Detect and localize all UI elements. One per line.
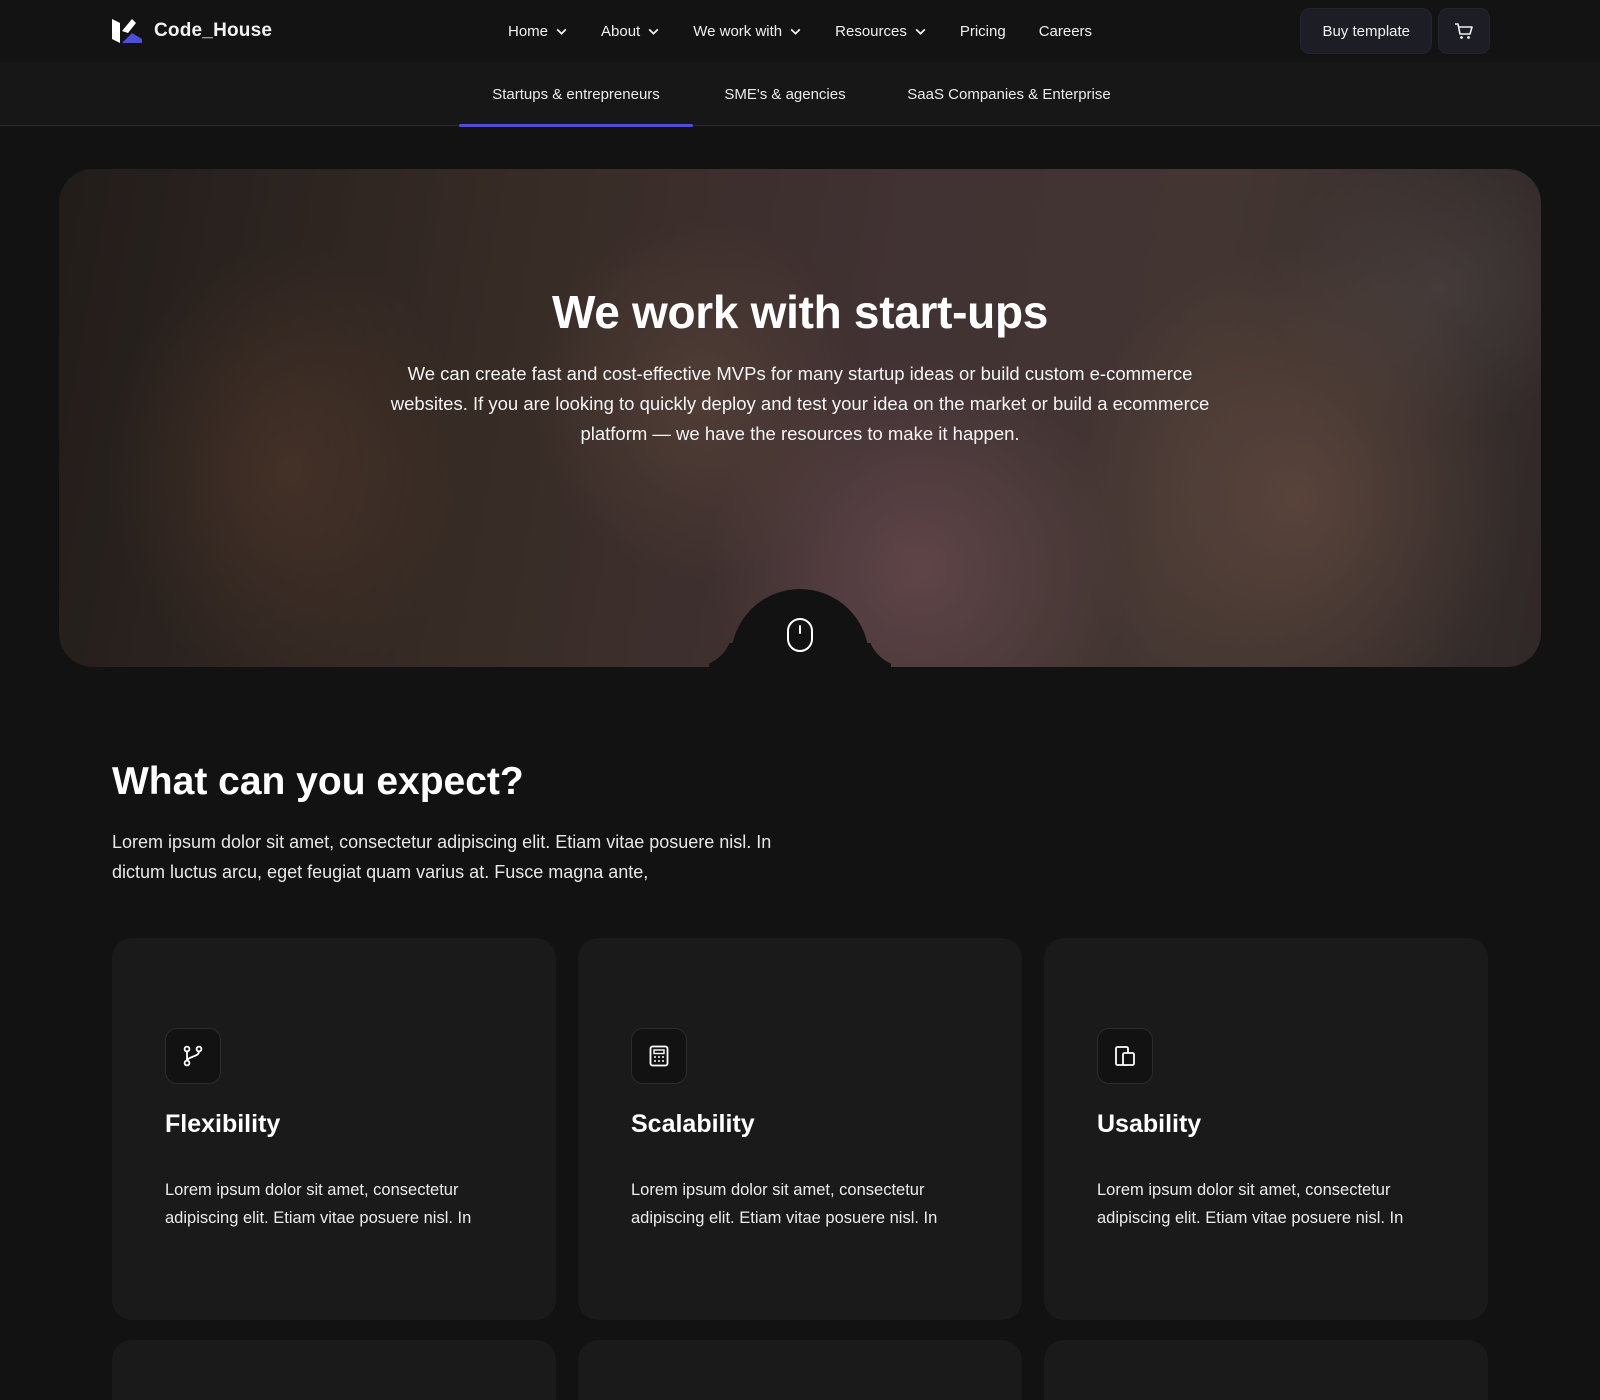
feature-icon-box <box>165 1028 221 1084</box>
nav-item-label: Home <box>508 22 549 40</box>
cart-icon <box>1455 23 1473 39</box>
nav-item-label: We work with <box>693 22 783 40</box>
chevron-down-icon <box>648 28 659 35</box>
scroll-down-button[interactable] <box>731 589 869 667</box>
tab-startups[interactable]: Startups & entrepreneurs <box>459 62 693 127</box>
feature-card-usability: Usability Lorem ipsum dolor sit amet, co… <box>1044 938 1488 1320</box>
feature-card-partial <box>1044 1340 1488 1400</box>
hero-description: We can create fast and cost-effective MV… <box>390 363 1210 444</box>
hero-title: We work with start-ups <box>551 286 1049 338</box>
brand-logo-link[interactable]: Code_House <box>110 17 272 45</box>
tab-label: Startups & entrepreneurs <box>492 85 660 103</box>
notch-edge <box>867 627 907 667</box>
feature-text: Lorem ipsum dolor sit amet, consectetur … <box>165 1181 472 1227</box>
brand-name: Code_House <box>154 20 273 41</box>
mouse-scroll-icon <box>787 618 813 652</box>
feature-icon-box <box>1097 1028 1153 1084</box>
top-navigation: Code_House Home About We work with Resou… <box>0 0 1600 62</box>
nav-item-label: Resources <box>835 22 907 40</box>
feature-card-scalability: Scalability Lorem ipsum dolor sit amet, … <box>578 938 1022 1320</box>
feature-title: Usability <box>1097 1110 1202 1138</box>
feature-title: Scalability <box>631 1110 755 1138</box>
git-branch-icon <box>183 1045 203 1067</box>
feature-card-partial <box>578 1340 1022 1400</box>
section-title: What can you expect? <box>112 760 524 803</box>
notch-edge <box>693 627 733 667</box>
tab-smes-agencies[interactable]: SME's & agencies <box>710 62 860 126</box>
brand-logo-icon <box>112 19 142 43</box>
devices-icon <box>1115 1046 1135 1066</box>
feature-title: Flexibility <box>165 1110 281 1138</box>
nav-item-resources[interactable]: Resources <box>835 23 927 40</box>
feature-text: Lorem ipsum dolor sit amet, consectetur … <box>631 1181 938 1227</box>
nav-item-careers[interactable]: Careers <box>1039 23 1092 40</box>
header-actions: Buy template <box>1300 8 1490 54</box>
chevron-down-icon <box>790 28 801 35</box>
chevron-down-icon <box>915 28 926 35</box>
cart-button[interactable] <box>1438 8 1490 54</box>
tab-label: SME's & agencies <box>724 85 846 103</box>
feature-icon-box <box>631 1028 687 1084</box>
buy-template-button[interactable]: Buy template <box>1300 8 1432 54</box>
feature-card-flexibility: Flexibility Lorem ipsum dolor sit amet, … <box>112 938 556 1320</box>
nav-item-about[interactable]: About <box>601 23 660 40</box>
nav-item-pricing[interactable]: Pricing <box>960 23 1006 40</box>
tab-saas-enterprise[interactable]: SaaS Companies & Enterprise <box>898 62 1120 126</box>
nav-item-label: About <box>601 22 641 40</box>
section-description: Lorem ipsum dolor sit amet, consectetur … <box>112 832 772 882</box>
hero-banner: We work with start-ups We can create fas… <box>59 169 1541 667</box>
nav-item-label: Pricing <box>959 22 1006 40</box>
nav-item-label: Careers <box>1038 22 1093 40</box>
chevron-down-icon <box>556 28 567 35</box>
main-menu: Home About We work with Resources Pricin… <box>508 0 1125 62</box>
nav-item-we-work-with[interactable]: We work with <box>693 23 802 40</box>
nav-item-home[interactable]: Home <box>508 23 568 40</box>
feature-card-partial <box>112 1340 556 1400</box>
feature-text: Lorem ipsum dolor sit amet, consectetur … <box>1097 1181 1404 1227</box>
tab-label: SaaS Companies & Enterprise <box>907 85 1111 103</box>
calculator-icon <box>649 1045 669 1067</box>
audience-tabs: Startups & entrepreneurs SME's & agencie… <box>0 62 1600 127</box>
